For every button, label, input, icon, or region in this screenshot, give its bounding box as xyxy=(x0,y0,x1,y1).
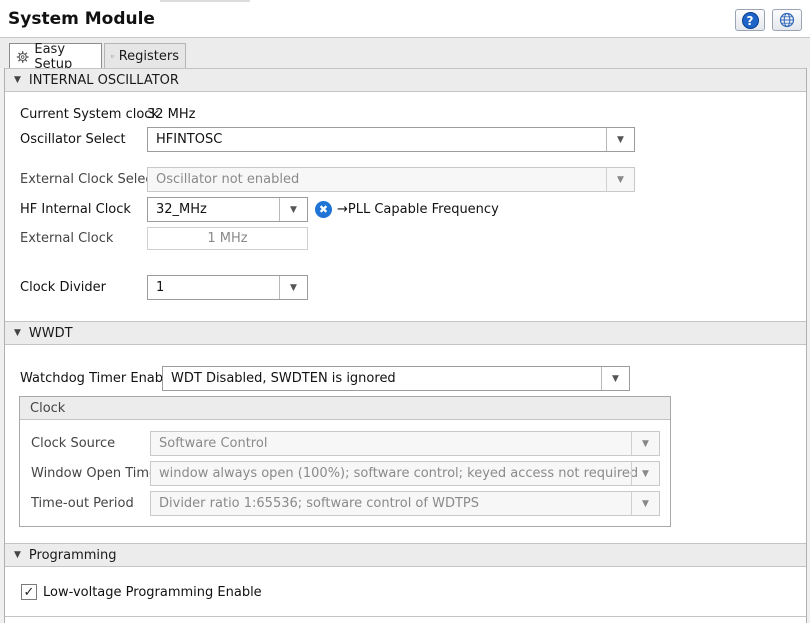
combo-value: 32_MHz xyxy=(156,202,207,217)
ext-clock-select-combo[interactable]: Oscillator not enabled ▼ xyxy=(147,167,635,192)
current-clock-value: 32 MHz xyxy=(147,107,196,122)
tab-easy-setup[interactable]: Easy Setup xyxy=(9,41,102,72)
chevron-down-icon[interactable]: ▼ xyxy=(631,492,659,515)
clock-source-combo[interactable]: Software Control ▼ xyxy=(150,431,660,456)
collapse-triangle-icon: ▼ xyxy=(14,328,21,338)
tab-registers[interactable]: Registers xyxy=(104,43,186,68)
current-clock-label: Current System clock xyxy=(20,107,159,122)
timeout-period-combo[interactable]: Divider ratio 1:65536; software control … xyxy=(150,491,660,516)
chevron-down-icon[interactable]: ▼ xyxy=(601,367,629,390)
help-icon: ? xyxy=(741,11,759,29)
clock-divider-label: Clock Divider xyxy=(20,280,106,295)
register-list-icon xyxy=(111,54,114,58)
timeout-period-label: Time-out Period xyxy=(31,496,134,511)
window-open-combo[interactable]: window always open (100%); software cont… xyxy=(150,461,660,486)
osc-select-combo[interactable]: HFINTOSC ▼ xyxy=(147,127,635,152)
chevron-down-icon[interactable]: ▼ xyxy=(606,168,634,191)
globe-icon xyxy=(779,12,795,28)
window-open-label: Window Open Time xyxy=(31,466,158,481)
collapse-triangle-icon: ▼ xyxy=(14,75,21,85)
section-title: WWDT xyxy=(28,325,73,341)
combo-value: window always open (100%); software cont… xyxy=(159,466,639,481)
clock-divider-combo[interactable]: 1 ▼ xyxy=(147,275,308,300)
chevron-down-icon[interactable]: ▼ xyxy=(631,432,659,455)
collapse-triangle-icon: ▼ xyxy=(14,550,21,560)
globe-button[interactable] xyxy=(772,9,802,31)
clock-group-title: Clock xyxy=(20,397,670,420)
gear-icon xyxy=(16,50,29,63)
section-title: Programming xyxy=(28,547,117,563)
ext-clock-select-label: External Clock Select xyxy=(20,172,158,187)
tab-label: Registers xyxy=(118,48,179,64)
lvp-checkbox[interactable]: ✓ xyxy=(21,584,37,600)
section-programming[interactable]: ▼ Programming xyxy=(5,543,806,567)
combo-value: Oscillator not enabled xyxy=(156,172,300,187)
section-title: INTERNAL OSCILLATOR xyxy=(28,72,179,88)
combo-value: Divider ratio 1:65536; software control … xyxy=(159,496,479,511)
chevron-down-icon[interactable]: ▼ xyxy=(606,128,634,151)
chevron-down-icon[interactable]: ▼ xyxy=(279,198,307,221)
ext-clock-field[interactable]: 1 MHz xyxy=(147,227,308,250)
wdt-enable-combo[interactable]: WDT Disabled, SWDTEN is ignored ▼ xyxy=(162,366,630,391)
top-accent xyxy=(160,0,250,2)
tab-label: Easy Setup xyxy=(34,41,73,72)
ext-clock-label: External Clock xyxy=(20,231,114,246)
chevron-down-icon[interactable]: ▼ xyxy=(631,462,659,485)
window-title: System Module xyxy=(8,9,155,29)
chevron-down-icon[interactable]: ▼ xyxy=(279,276,307,299)
lvp-label: Low-voltage Programming Enable xyxy=(43,585,262,600)
hf-clock-combo[interactable]: 32_MHz ▼ xyxy=(147,197,308,222)
combo-value: Software Control xyxy=(159,436,268,451)
combo-value: 1 xyxy=(156,280,165,295)
combo-value: HFINTOSC xyxy=(156,132,223,147)
help-button[interactable]: ? xyxy=(735,9,765,31)
hf-clock-note: →PLL Capable Frequency xyxy=(337,202,499,217)
combo-value: WDT Disabled, SWDTEN is ignored xyxy=(171,371,396,386)
wdt-enable-label: Watchdog Timer Enable xyxy=(20,371,175,386)
clock-source-label: Clock Source xyxy=(31,436,116,451)
hf-clock-label: HF Internal Clock xyxy=(20,202,131,217)
info-close-icon[interactable]: ✖ xyxy=(315,201,332,218)
osc-select-label: Oscillator Select xyxy=(20,132,126,147)
section-internal-oscillator[interactable]: ▼ INTERNAL OSCILLATOR xyxy=(5,68,806,92)
bottom-divider xyxy=(5,616,806,617)
section-wwdt[interactable]: ▼ WWDT xyxy=(5,321,806,345)
